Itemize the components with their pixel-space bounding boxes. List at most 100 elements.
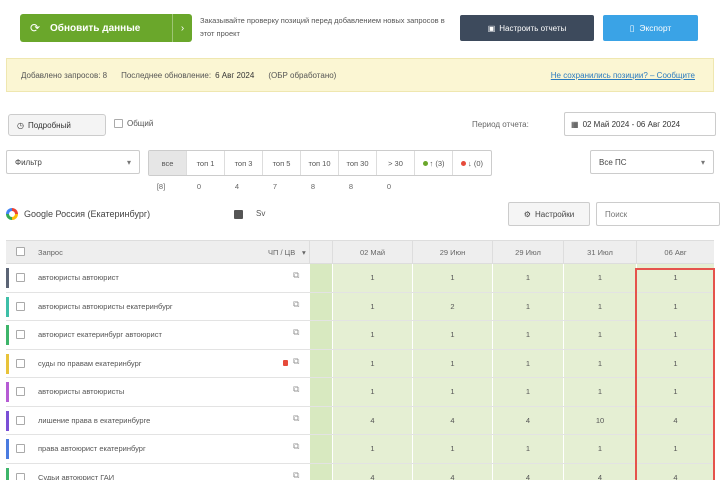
position-value: 1 [597, 330, 603, 340]
external-link-icon[interactable]: ⧉ [293, 270, 299, 281]
position-cell: 1 [332, 435, 412, 463]
position-value: 1 [450, 273, 455, 283]
segment-1[interactable]: топ 1 [187, 151, 225, 175]
date-header[interactable]: 29 Июл [492, 241, 563, 263]
position-value: 1 [597, 301, 603, 311]
position-cell: 1 [332, 264, 412, 292]
row-checkbox[interactable] [16, 444, 25, 453]
position-cell: 1 [412, 435, 492, 463]
position-cell: 1 [412, 349, 492, 377]
segment-7[interactable]: ↑ (3) [415, 151, 453, 175]
position-cell: 4 [412, 463, 492, 480]
position-value: 1 [597, 387, 603, 397]
query-header[interactable]: Запрос [38, 241, 63, 263]
update-data-button[interactable]: ⟳ Обновить данные › [20, 14, 192, 42]
row-checkbox[interactable] [16, 472, 25, 480]
chevron-right-icon[interactable]: › [172, 14, 192, 42]
filter-select[interactable]: Фильтр ▾ [6, 150, 140, 174]
position-value: 1 [450, 358, 455, 368]
info-bar: Добавлено запросов: 8 Последнее обновлен… [6, 58, 714, 92]
refresh-icon: ⟳ [29, 21, 41, 35]
external-link-icon[interactable]: ⧉ [293, 327, 299, 338]
export-button[interactable]: ▯ Экспорт [603, 15, 698, 41]
position-value: 1 [673, 301, 678, 311]
report-icon: ▣ [487, 23, 496, 33]
search-input[interactable] [596, 202, 720, 226]
external-link-icon[interactable]: ⧉ [293, 470, 299, 480]
date-range-value: 02 Май 2024 - 06 Авг 2024 [582, 119, 681, 129]
position-cell: 4 [636, 406, 714, 434]
keyword-text: суды по правам екатеринбург [38, 358, 142, 368]
date-header[interactable]: 31 Июл [563, 241, 636, 263]
keyword-text: автоюристы автоюристы екатеринбург [38, 301, 173, 311]
row-checkbox[interactable] [16, 273, 25, 282]
segment-4[interactable]: топ 10 [301, 151, 339, 175]
row-checkbox[interactable] [16, 415, 25, 425]
positions-table: Запрос ЧП / ЦВ ▾ 02 Май 29 Июн 29 Июл 31 Ию… [6, 240, 714, 480]
position-cell: 1 [492, 264, 563, 292]
engine-select[interactable]: Все ПС ▾ [590, 150, 714, 174]
toolbar-description: Заказывайте проверку позиций перед добав… [200, 16, 445, 38]
date-header[interactable]: 29 Июн [412, 241, 492, 263]
position-cell: 1 [563, 378, 636, 406]
row-checkbox[interactable] [16, 358, 25, 368]
status-text: (ОБР обработано) [268, 70, 337, 80]
segment-count: 4 [234, 182, 240, 191]
summary-checkbox[interactable] [114, 119, 123, 128]
engine-row: Google Россия (Екатеринбург) Sv ⚙ Настро… [6, 202, 720, 228]
select-all-checkbox[interactable] [16, 247, 25, 256]
position-cell: 1 [492, 435, 563, 463]
external-link-icon[interactable]: ⧉ [293, 441, 299, 452]
row-checkbox[interactable] [16, 330, 25, 339]
segment-label: топ 10 [308, 158, 331, 168]
segment-6[interactable]: > 30 [377, 151, 415, 175]
date-header[interactable]: 02 Май [332, 241, 412, 263]
position-cell: 4 [492, 463, 563, 480]
table-row: автоюрист екатеринбург автоюрист ⧉ 1 1 1 1 1 [6, 321, 714, 350]
chevron-down-icon: ▾ [700, 157, 705, 167]
date-header[interactable]: 06 Авг [636, 241, 714, 263]
position-value: 1 [370, 273, 375, 283]
row-color-marker [6, 467, 9, 480]
external-link-icon[interactable]: ⧉ [293, 299, 299, 310]
segment-8[interactable]: ↓ (0) [453, 151, 491, 175]
position-value: 1 [597, 358, 603, 368]
date-range-picker[interactable]: ▦ 02 Май 2024 - 06 Авг 2024 [564, 112, 716, 136]
summary-mode-label: Общий [127, 119, 154, 128]
position-cell: 1 [492, 349, 563, 377]
segment-label: топ 3 [234, 158, 253, 168]
segment-0[interactable]: все [149, 151, 187, 175]
position-cell: 1 [563, 321, 636, 349]
segment-count: 8 [348, 182, 354, 191]
document-icon: ▯ [629, 22, 635, 33]
position-value: 1 [450, 444, 455, 454]
position-value: 1 [370, 444, 375, 454]
report-settings-button[interactable]: ▣ Настроить отчеты [460, 15, 594, 41]
clock-icon: ◷ [17, 120, 24, 130]
row-checkbox[interactable] [16, 301, 25, 311]
position-cell: 1 [636, 292, 714, 320]
row-checkbox[interactable] [16, 387, 25, 396]
sort-icon[interactable]: ▾ [302, 241, 306, 263]
volume-header[interactable]: ЧП / ЦВ [268, 241, 295, 263]
excel-icon[interactable] [234, 210, 243, 219]
external-link-icon[interactable]: ⧉ [293, 413, 299, 424]
detailed-mode-button[interactable]: ◷ Подробный [8, 114, 106, 136]
help-link[interactable]: Не сохранились позиции? – Сообщите [551, 71, 695, 80]
segment-label: топ 1 [196, 158, 215, 168]
summary-mode-toggle[interactable]: Общий [114, 119, 153, 128]
segment-5[interactable]: топ 30 [339, 151, 377, 175]
external-link-icon[interactable]: ⧉ [293, 356, 299, 367]
calendar-icon: ▦ [571, 119, 579, 129]
table-header: Запрос ЧП / ЦВ ▾ 02 Май 29 Июн 29 Июл 31 Ию… [6, 240, 714, 264]
external-link-icon[interactable]: ⧉ [293, 384, 299, 395]
position-cell: 4 [492, 406, 563, 434]
segment-3[interactable]: топ 5 [263, 151, 301, 175]
update-data-label: Обновить данные [50, 22, 141, 34]
position-value: 4 [673, 415, 678, 425]
settings-button[interactable]: ⚙ Настройки [508, 202, 590, 226]
segment-label: ↓ (0) [468, 158, 483, 168]
trend-header [309, 241, 332, 263]
position-cell: 1 [412, 321, 492, 349]
segment-2[interactable]: топ 3 [225, 151, 263, 175]
